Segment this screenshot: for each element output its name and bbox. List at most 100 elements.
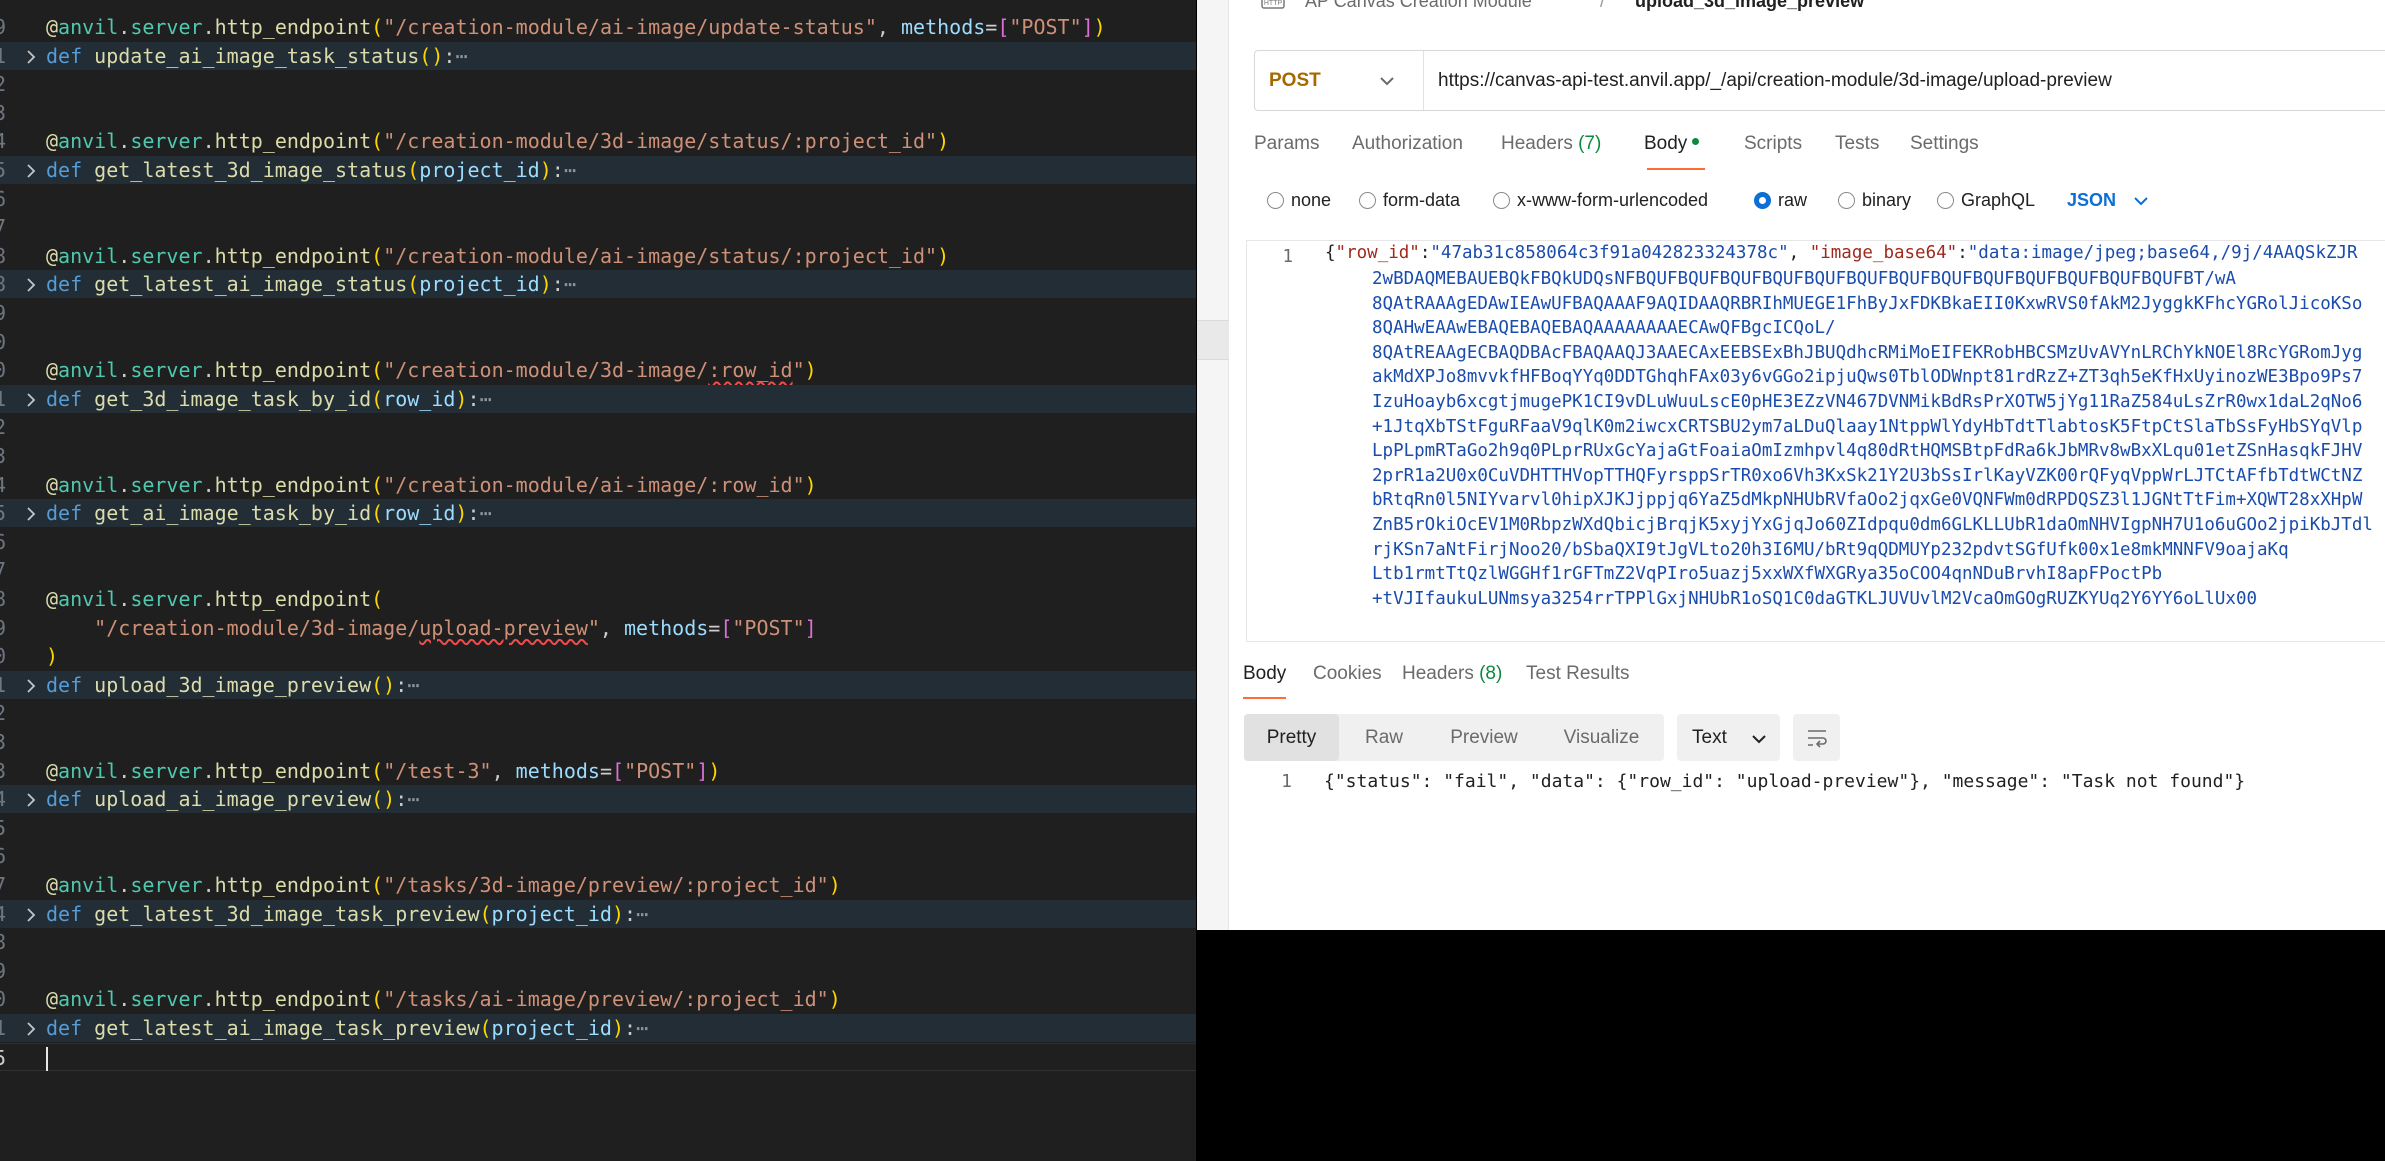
code-line[interactable]: 2 [0, 413, 1196, 441]
code-token: ] [804, 615, 817, 640]
code-token: "/creation-module/ai-image/update-status… [383, 15, 877, 39]
response-tab-cookies[interactable]: Cookies [1313, 663, 1382, 685]
code-line[interactable]: 5 [0, 1042, 1196, 1072]
json-value-wrapped-line: Ltb1rmtTtQzlWGGHf1rGFTmZ2VqPIro5uazj5xxW… [1372, 564, 2163, 585]
code-line[interactable]: 0) [0, 642, 1196, 670]
code-line[interactable]: 0 [0, 328, 1196, 356]
chevron-right-icon[interactable] [24, 385, 40, 413]
code-line[interactable]: 7 [0, 556, 1196, 584]
wrap-lines-icon [1808, 730, 1827, 748]
chevron-down-icon[interactable] [1379, 74, 1395, 92]
code-token: "/tasks/3d-image/preview/:project_id" [383, 873, 829, 897]
chevron-right-icon[interactable] [24, 42, 40, 70]
code-line[interactable]: 3 [0, 442, 1196, 470]
response-tab-headers[interactable]: Headers (8) [1402, 663, 1502, 685]
response-tab-test-results[interactable]: Test Results [1526, 663, 1629, 685]
view-visualize-button[interactable]: Visualize [1539, 714, 1664, 761]
sidebar-collapse-handle[interactable] [1197, 320, 1229, 360]
code-line[interactable]: 9 @anvil.server.http_endpoint("/creation-… [0, 13, 1196, 41]
breadcrumb-request-name[interactable]: upload_3d_image_preview [1635, 0, 1864, 14]
tab-headers[interactable]: Headers (7) [1501, 133, 1601, 155]
code-line[interactable]: 1 def upload_3d_image_preview():⋯ [0, 670, 1196, 699]
tab-settings[interactable]: Settings [1910, 133, 1979, 155]
code-line[interactable]: 4 @anvil.server.http_endpoint("/creation-… [0, 471, 1196, 499]
chevron-right-icon[interactable] [24, 1014, 40, 1042]
code-token: ) [804, 472, 817, 497]
line-number: 8 [0, 272, 7, 297]
code-line[interactable]: 3 [0, 728, 1196, 756]
line-number: 9 [0, 15, 7, 39]
code-token: anvil [58, 587, 119, 611]
code-line[interactable]: 1 def get_3d_image_task_by_id(row_id):⋯ [0, 384, 1196, 413]
line-number: 0 [0, 987, 7, 1012]
code-line[interactable]: 4 @anvil.server.http_endpoint("/creation-… [0, 127, 1196, 155]
code-token: @ [46, 15, 59, 39]
code-token: = [985, 15, 998, 39]
tab-body[interactable]: Body [1644, 133, 1700, 155]
chevron-right-icon[interactable] [24, 900, 40, 928]
code-line[interactable]: 5 def get_ai_image_task_by_id(row_id):⋯ [0, 499, 1196, 528]
code-line[interactable]: 5 [0, 814, 1196, 842]
code-line[interactable]: 1 def update_ai_image_task_status():⋯ [0, 41, 1196, 70]
code-line[interactable]: 4 def get_latest_3d_image_task_preview(pr… [0, 899, 1196, 928]
radio-circle [1838, 192, 1855, 209]
chevron-right-icon[interactable] [24, 785, 40, 813]
code-line[interactable]: 8 [0, 928, 1196, 956]
url-input[interactable]: https://canvas-api-test.anvil.app/_/api/… [1438, 51, 2112, 110]
code-line[interactable]: 6 [0, 842, 1196, 870]
chevron-right-icon[interactable] [24, 499, 40, 527]
tab-scripts[interactable]: Scripts [1744, 133, 1802, 155]
code-line[interactable]: 2 [0, 699, 1196, 727]
code-token: ) [539, 158, 552, 182]
code-line[interactable]: 6 [0, 185, 1196, 213]
code-token: http_endpoint [214, 987, 372, 1012]
tab-tests[interactable]: Tests [1835, 133, 1879, 155]
raw-format-select[interactable]: JSON [2067, 187, 2148, 213]
chevron-right-icon[interactable] [24, 270, 40, 298]
code-token: ( [371, 386, 384, 411]
chevron-down-icon [2134, 197, 2148, 206]
chevron-right-icon[interactable] [24, 156, 40, 184]
code-token: http_endpoint [214, 15, 372, 39]
code-line[interactable]: 4 def upload_ai_image_preview():⋯ [0, 785, 1196, 814]
tab-params[interactable]: Params [1254, 133, 1319, 155]
request-body-editor[interactable]: 1 {"row_id":"47ab31c858064c3f91a04282332… [1246, 240, 2385, 642]
view-raw-button[interactable]: Raw [1339, 714, 1429, 761]
code-line[interactable]: 2 [0, 70, 1196, 98]
response-format-select[interactable]: Text [1677, 714, 1780, 761]
code-token: get_3d_image_task_by_id [94, 386, 372, 411]
code-line[interactable]: 5 def get_latest_3d_image_status(project_… [0, 156, 1196, 184]
code-token: , [876, 15, 901, 39]
chevron-right-icon[interactable] [24, 671, 40, 699]
code-line[interactable]: 9 [0, 957, 1196, 985]
code-line[interactable]: 9 [0, 299, 1196, 327]
breadcrumb-collection[interactable]: AP Canvas Creation Module [1305, 0, 1532, 14]
code-line[interactable]: 9 "/creation-module/3d-image/upload-prev… [0, 614, 1196, 642]
code-editor[interactable]: 9 @anvil.server.http_endpoint("/creation-… [0, 0, 1196, 1161]
code-line[interactable]: 7 [0, 213, 1196, 241]
wrap-lines-button[interactable] [1793, 714, 1840, 761]
code-line[interactable]: 0 @anvil.server.http_endpoint("/tasks/ai-… [0, 985, 1196, 1013]
code-line[interactable]: 8 @anvil.server.http_endpoint( [0, 585, 1196, 613]
code-line[interactable]: 0 @anvil.server.http_endpoint("/creation-… [0, 356, 1196, 384]
code-token: get_latest_3d_image_task_preview [94, 901, 480, 926]
view-pretty-button[interactable]: Pretty [1244, 714, 1339, 761]
text-cursor [46, 1047, 48, 1072]
code-token: :row_id [708, 358, 793, 383]
code-line[interactable]: 6 [0, 528, 1196, 556]
code-line[interactable]: 7 @anvil.server.http_endpoint("/tasks/3d-… [0, 871, 1196, 899]
code-line[interactable]: 8 def get_latest_ai_image_status(project_… [0, 270, 1196, 299]
code-token: ( [479, 901, 492, 926]
code-token: @ [46, 873, 59, 897]
view-preview-button[interactable]: Preview [1429, 714, 1539, 761]
line-number: 6 [0, 844, 7, 869]
code-line[interactable]: 1 def get_latest_ai_image_task_preview(pr… [0, 1014, 1196, 1042]
json-comma: , [1788, 243, 1810, 263]
tab-authorization[interactable]: Authorization [1352, 133, 1463, 155]
response-tab-body[interactable]: Body [1243, 663, 1286, 685]
code-line[interactable]: 8 @anvil.server.http_endpoint("/creation-… [0, 242, 1196, 270]
code-line[interactable]: 3 @anvil.server.http_endpoint("/test-3", … [0, 757, 1196, 785]
http-method-select[interactable]: POST [1269, 51, 1321, 110]
line-number: 1 [0, 43, 7, 68]
code-line[interactable]: 3 [0, 99, 1196, 127]
